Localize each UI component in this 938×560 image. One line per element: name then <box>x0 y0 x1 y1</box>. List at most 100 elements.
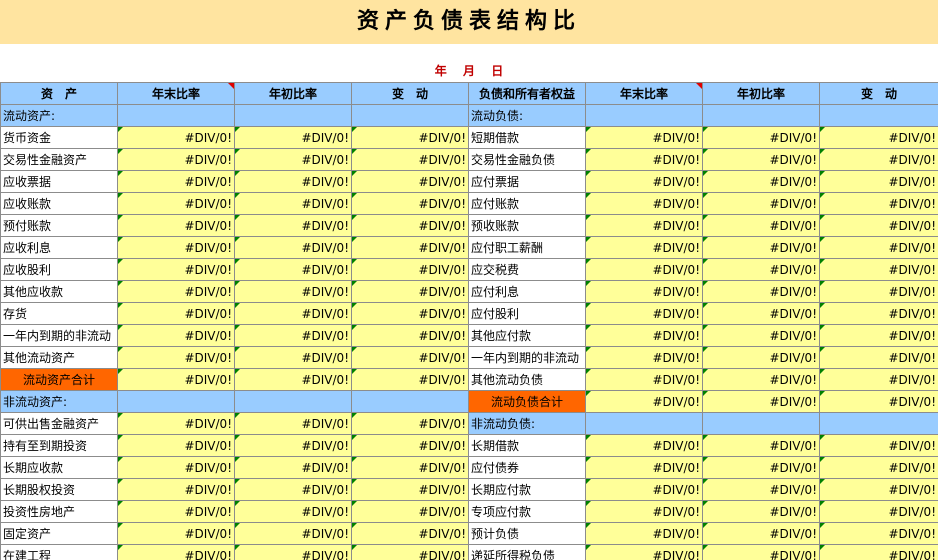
right-year-end-ratio-cell[interactable]: #DIV/0! <box>585 258 703 281</box>
left-year-begin-ratio-cell[interactable]: #DIV/0! <box>234 500 352 523</box>
left-change-cell[interactable]: #DIV/0! <box>351 280 469 303</box>
header-liab-year-begin-ratio[interactable]: 年初比率 <box>702 82 820 105</box>
left-year-begin-ratio-cell[interactable]: #DIV/0! <box>234 544 352 560</box>
right-item-label[interactable]: 一年内到期的非流动 <box>468 346 586 369</box>
left-year-begin-ratio-cell[interactable]: #DIV/0! <box>234 214 352 237</box>
left-item-label[interactable]: 应收票据 <box>0 170 118 193</box>
right-year-begin-ratio-cell[interactable]: #DIV/0! <box>702 126 820 149</box>
header-asset-change[interactable]: 变 动 <box>351 82 469 105</box>
left-year-end-ratio-cell[interactable]: #DIV/0! <box>117 126 235 149</box>
right-year-begin-ratio-cell[interactable]: #DIV/0! <box>702 500 820 523</box>
right-item-label[interactable]: 应付利息 <box>468 280 586 303</box>
left-item-label[interactable]: 长期股权投资 <box>0 478 118 501</box>
left-change-cell[interactable]: #DIV/0! <box>351 324 469 347</box>
right-year-end-ratio-cell[interactable]: #DIV/0! <box>585 302 703 325</box>
left-subtotal-label[interactable]: 流动资产合计 <box>0 368 118 391</box>
right-change-cell[interactable]: #DIV/0! <box>819 522 938 545</box>
right-year-begin-ratio-cell[interactable]: #DIV/0! <box>702 456 820 479</box>
right-change-cell[interactable]: #DIV/0! <box>819 302 938 325</box>
left-year-end-ratio-cell[interactable]: #DIV/0! <box>117 456 235 479</box>
left-year-end-ratio-cell[interactable]: #DIV/0! <box>117 170 235 193</box>
right-item-label[interactable]: 应付债券 <box>468 456 586 479</box>
right-change-cell[interactable]: #DIV/0! <box>819 456 938 479</box>
right-year-begin-ratio-cell[interactable]: #DIV/0! <box>702 544 820 560</box>
right-year-begin-ratio-cell[interactable]: #DIV/0! <box>702 258 820 281</box>
left-change-cell[interactable]: #DIV/0! <box>351 434 469 457</box>
right-year-begin-ratio-cell[interactable]: #DIV/0! <box>702 346 820 369</box>
left-change-cell[interactable]: #DIV/0! <box>351 456 469 479</box>
left-change-cell[interactable]: #DIV/0! <box>351 478 469 501</box>
left-year-end-ratio-cell[interactable]: #DIV/0! <box>117 148 235 171</box>
left-year-begin-ratio-cell[interactable]: #DIV/0! <box>234 434 352 457</box>
right-section-label[interactable]: 非流动负债: <box>468 412 586 435</box>
left-item-label[interactable]: 投资性房地产 <box>0 500 118 523</box>
right-item-label[interactable]: 其他流动负债 <box>468 368 586 391</box>
left-item-label[interactable]: 应收账款 <box>0 192 118 215</box>
left-year-end-ratio-cell[interactable]: #DIV/0! <box>117 324 235 347</box>
left-item-label[interactable]: 货币资金 <box>0 126 118 149</box>
left-empty-cell[interactable] <box>234 104 352 127</box>
right-empty-cell[interactable] <box>585 104 703 127</box>
right-year-end-ratio-cell[interactable]: #DIV/0! <box>585 346 703 369</box>
left-change-cell[interactable]: #DIV/0! <box>351 214 469 237</box>
left-year-begin-ratio-cell[interactable]: #DIV/0! <box>234 478 352 501</box>
right-year-begin-ratio-cell[interactable]: #DIV/0! <box>702 236 820 259</box>
right-year-end-ratio-cell[interactable]: #DIV/0! <box>585 236 703 259</box>
left-item-label[interactable]: 可供出售金融资产 <box>0 412 118 435</box>
right-item-label[interactable]: 应交税费 <box>468 258 586 281</box>
left-year-end-ratio-cell[interactable]: #DIV/0! <box>117 192 235 215</box>
right-change-cell[interactable]: #DIV/0! <box>819 390 938 413</box>
left-year-begin-ratio-cell[interactable]: #DIV/0! <box>234 412 352 435</box>
left-year-begin-ratio-cell[interactable]: #DIV/0! <box>234 456 352 479</box>
left-year-begin-ratio-cell[interactable]: #DIV/0! <box>234 346 352 369</box>
right-year-end-ratio-cell[interactable]: #DIV/0! <box>585 456 703 479</box>
right-change-cell[interactable]: #DIV/0! <box>819 346 938 369</box>
right-empty-cell[interactable] <box>702 412 820 435</box>
left-change-cell[interactable]: #DIV/0! <box>351 302 469 325</box>
right-year-begin-ratio-cell[interactable]: #DIV/0! <box>702 148 820 171</box>
left-item-label[interactable]: 在建工程 <box>0 544 118 560</box>
left-year-end-ratio-cell[interactable]: #DIV/0! <box>117 522 235 545</box>
right-change-cell[interactable]: #DIV/0! <box>819 258 938 281</box>
left-year-end-ratio-cell[interactable]: #DIV/0! <box>117 434 235 457</box>
right-item-label[interactable]: 递延所得税负债 <box>468 544 586 560</box>
left-year-end-ratio-cell[interactable]: #DIV/0! <box>117 412 235 435</box>
right-item-label[interactable]: 应付职工薪酬 <box>468 236 586 259</box>
left-change-cell[interactable]: #DIV/0! <box>351 258 469 281</box>
right-year-end-ratio-cell[interactable]: #DIV/0! <box>585 434 703 457</box>
left-empty-cell[interactable] <box>234 390 352 413</box>
left-year-begin-ratio-cell[interactable]: #DIV/0! <box>234 148 352 171</box>
right-year-begin-ratio-cell[interactable]: #DIV/0! <box>702 522 820 545</box>
left-year-end-ratio-cell[interactable]: #DIV/0! <box>117 544 235 560</box>
left-item-label[interactable]: 存货 <box>0 302 118 325</box>
left-year-begin-ratio-cell[interactable]: #DIV/0! <box>234 126 352 149</box>
left-empty-cell[interactable] <box>117 104 235 127</box>
left-change-cell[interactable]: #DIV/0! <box>351 236 469 259</box>
left-year-begin-ratio-cell[interactable]: #DIV/0! <box>234 522 352 545</box>
right-item-label[interactable]: 专项应付款 <box>468 500 586 523</box>
right-change-cell[interactable]: #DIV/0! <box>819 126 938 149</box>
left-year-end-ratio-cell[interactable]: #DIV/0! <box>117 214 235 237</box>
right-year-end-ratio-cell[interactable]: #DIV/0! <box>585 126 703 149</box>
right-change-cell[interactable]: #DIV/0! <box>819 192 938 215</box>
right-year-end-ratio-cell[interactable]: #DIV/0! <box>585 478 703 501</box>
right-item-label[interactable]: 预计负债 <box>468 522 586 545</box>
header-asset-year-begin-ratio[interactable]: 年初比率 <box>234 82 352 105</box>
right-item-label[interactable]: 长期借款 <box>468 434 586 457</box>
left-change-cell[interactable]: #DIV/0! <box>351 500 469 523</box>
left-empty-cell[interactable] <box>117 390 235 413</box>
left-year-begin-ratio-cell[interactable]: #DIV/0! <box>234 302 352 325</box>
left-year-end-ratio-cell[interactable]: #DIV/0! <box>117 478 235 501</box>
left-year-end-ratio-cell[interactable]: #DIV/0! <box>117 258 235 281</box>
right-change-cell[interactable]: #DIV/0! <box>819 368 938 391</box>
right-change-cell[interactable]: #DIV/0! <box>819 544 938 560</box>
header-liab-change[interactable]: 变 动 <box>819 82 938 105</box>
right-year-end-ratio-cell[interactable]: #DIV/0! <box>585 170 703 193</box>
left-year-end-ratio-cell[interactable]: #DIV/0! <box>117 368 235 391</box>
right-empty-cell[interactable] <box>585 412 703 435</box>
left-item-label[interactable]: 应收股利 <box>0 258 118 281</box>
header-asset-year-end-ratio[interactable]: 年末比率 <box>117 82 235 105</box>
left-year-end-ratio-cell[interactable]: #DIV/0! <box>117 280 235 303</box>
right-change-cell[interactable]: #DIV/0! <box>819 280 938 303</box>
right-year-begin-ratio-cell[interactable]: #DIV/0! <box>702 214 820 237</box>
